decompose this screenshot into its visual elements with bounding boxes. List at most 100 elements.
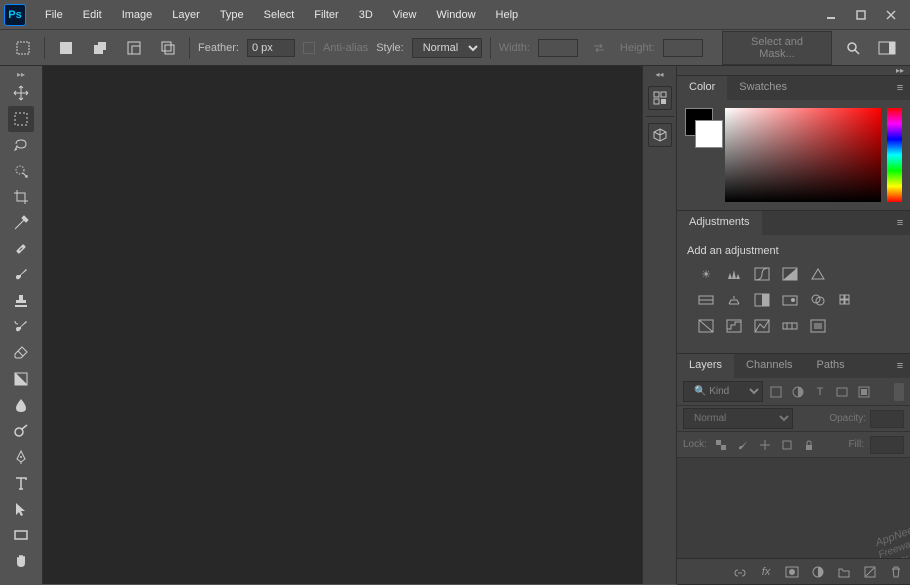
curves-icon[interactable]	[753, 265, 771, 283]
gradient-tool[interactable]	[8, 366, 34, 392]
3d-icon[interactable]	[648, 123, 672, 147]
threshold-icon[interactable]	[753, 317, 771, 335]
panels-collapse[interactable]: ▸▸	[677, 66, 910, 76]
stamp-tool[interactable]	[8, 288, 34, 314]
move-tool[interactable]	[8, 80, 34, 106]
menu-help[interactable]: Help	[487, 5, 528, 25]
eraser-tool[interactable]	[8, 340, 34, 366]
tab-color[interactable]: Color	[677, 76, 727, 100]
menu-3d[interactable]: 3D	[350, 5, 382, 25]
menu-view[interactable]: View	[384, 5, 426, 25]
quick-select-tool[interactable]	[8, 158, 34, 184]
filter-type-icon[interactable]: T	[811, 383, 829, 401]
search-icon[interactable]	[840, 35, 866, 61]
path-select-tool[interactable]	[8, 496, 34, 522]
selection-new-icon[interactable]	[53, 35, 79, 61]
style-select[interactable]: Normal	[412, 38, 482, 58]
invert-icon[interactable]	[697, 317, 715, 335]
new-group-icon[interactable]	[836, 564, 852, 580]
hue-slider[interactable]	[887, 108, 902, 202]
lock-trans-icon[interactable]	[713, 437, 729, 453]
mask-icon[interactable]	[784, 564, 800, 580]
hand-tool[interactable]	[8, 548, 34, 574]
channel-mixer-icon[interactable]	[809, 291, 827, 309]
blur-tool[interactable]	[8, 392, 34, 418]
color-lookup-icon[interactable]	[837, 291, 855, 309]
history-icon[interactable]	[648, 86, 672, 110]
filter-adjust-icon[interactable]	[789, 383, 807, 401]
menu-window[interactable]: Window	[427, 5, 484, 25]
feather-input[interactable]	[247, 39, 295, 57]
selective-color-icon[interactable]	[809, 317, 827, 335]
new-adjustment-icon[interactable]	[810, 564, 826, 580]
eyedropper-tool[interactable]	[8, 210, 34, 236]
workspace-icon[interactable]	[874, 35, 900, 61]
dodge-tool[interactable]	[8, 418, 34, 444]
fill-input[interactable]	[870, 436, 904, 454]
blend-mode-select[interactable]: Normal	[683, 408, 793, 429]
layers-panel-menu-icon[interactable]: ≡	[890, 354, 910, 378]
menu-image[interactable]: Image	[113, 5, 162, 25]
canvas-area[interactable]	[43, 66, 642, 584]
close-button[interactable]	[876, 4, 906, 26]
maximize-button[interactable]	[846, 4, 876, 26]
bw-icon[interactable]	[753, 291, 771, 309]
select-and-mask-button[interactable]: Select and Mask...	[722, 31, 832, 65]
filter-smart-icon[interactable]	[855, 383, 873, 401]
fg-bg-swatches[interactable]	[685, 108, 719, 148]
tab-channels[interactable]: Channels	[734, 354, 804, 378]
color-panel-menu-icon[interactable]: ≡	[890, 76, 910, 100]
link-layers-icon[interactable]	[732, 564, 748, 580]
background-swatch[interactable]	[695, 120, 723, 148]
tab-swatches[interactable]: Swatches	[727, 76, 799, 100]
menu-layer[interactable]: Layer	[163, 5, 209, 25]
marquee-tool[interactable]	[8, 106, 34, 132]
lock-artboard-icon[interactable]	[779, 437, 795, 453]
selection-subtract-icon[interactable]	[121, 35, 147, 61]
layer-list[interactable]: AppNee Freeware Group	[677, 458, 910, 558]
menu-type[interactable]: Type	[211, 5, 253, 25]
selection-add-icon[interactable]	[87, 35, 113, 61]
menu-edit[interactable]: Edit	[74, 5, 111, 25]
crop-tool[interactable]	[8, 184, 34, 210]
tab-paths[interactable]: Paths	[805, 354, 857, 378]
adjustments-panel-menu-icon[interactable]: ≡	[890, 211, 910, 235]
type-tool[interactable]	[8, 470, 34, 496]
lock-pixels-icon[interactable]	[735, 437, 751, 453]
pen-tool[interactable]	[8, 444, 34, 470]
levels-icon[interactable]	[725, 265, 743, 283]
lock-all-icon[interactable]	[801, 437, 817, 453]
exposure-icon[interactable]	[781, 265, 799, 283]
filter-kind-select[interactable]: 🔍 Kind	[683, 381, 763, 402]
new-layer-icon[interactable]	[862, 564, 878, 580]
hue-sat-icon[interactable]	[697, 291, 715, 309]
opacity-input[interactable]	[870, 410, 904, 428]
tool-preset-icon[interactable]	[10, 35, 36, 61]
color-picker-field[interactable]	[725, 108, 881, 202]
delete-layer-icon[interactable]	[888, 564, 904, 580]
rectangle-tool[interactable]	[8, 522, 34, 548]
gradient-map-icon[interactable]	[781, 317, 799, 335]
minimize-button[interactable]	[816, 4, 846, 26]
tab-layers[interactable]: Layers	[677, 354, 734, 378]
dock-expand[interactable]: ◂◂	[643, 68, 676, 80]
menu-select[interactable]: Select	[255, 5, 304, 25]
posterize-icon[interactable]	[725, 317, 743, 335]
lock-position-icon[interactable]	[757, 437, 773, 453]
menu-file[interactable]: File	[36, 5, 72, 25]
vibrance-icon[interactable]	[809, 265, 827, 283]
layer-fx-icon[interactable]: fx	[758, 564, 774, 580]
tab-adjustments[interactable]: Adjustments	[677, 211, 762, 235]
filter-shape-icon[interactable]	[833, 383, 851, 401]
lasso-tool[interactable]	[8, 132, 34, 158]
photo-filter-icon[interactable]	[781, 291, 799, 309]
toolbox-expand[interactable]: ▸▸	[0, 68, 42, 80]
selection-intersect-icon[interactable]	[155, 35, 181, 61]
filter-toggle[interactable]	[894, 383, 904, 401]
brush-tool[interactable]	[8, 262, 34, 288]
menu-filter[interactable]: Filter	[305, 5, 347, 25]
brightness-icon[interactable]: ☀	[697, 265, 715, 283]
history-brush-tool[interactable]	[8, 314, 34, 340]
color-balance-icon[interactable]	[725, 291, 743, 309]
filter-pixel-icon[interactable]	[767, 383, 785, 401]
